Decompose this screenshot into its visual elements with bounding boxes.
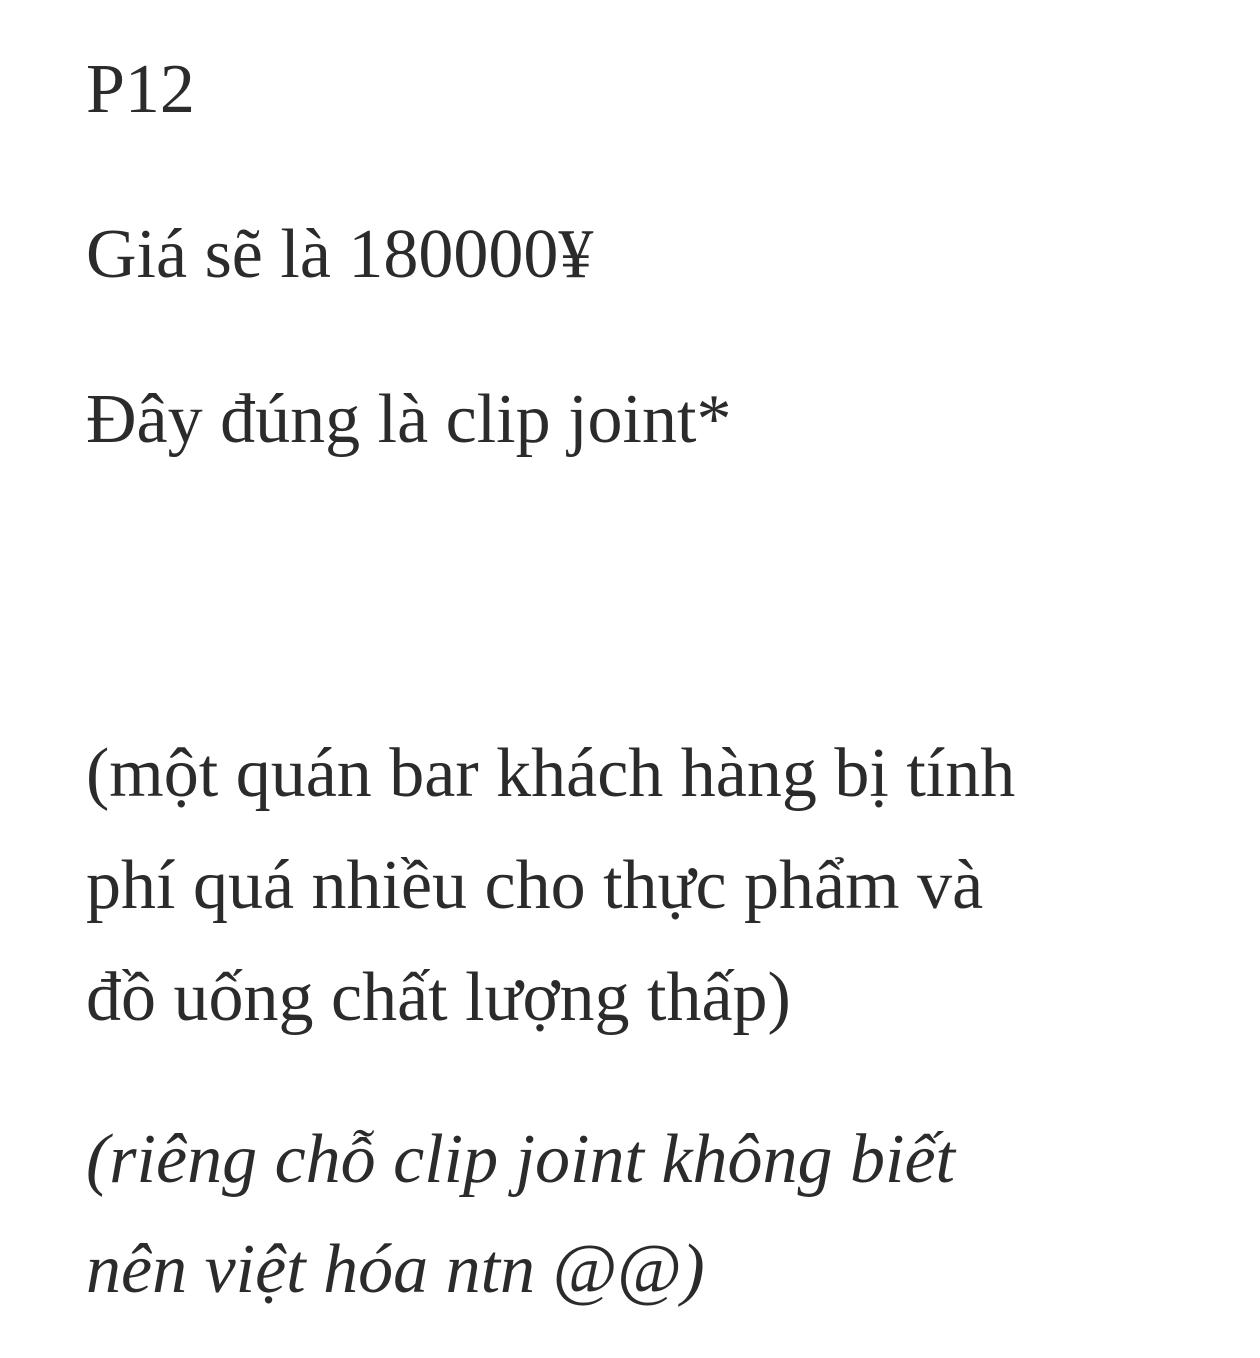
translator-note-line: nên việt hóa ntn @@): [86, 1231, 705, 1308]
explanation-line: (một quán bar khách hàng bị tính: [86, 735, 1016, 812]
statement-line: Đây đúng là clip joint*: [86, 381, 732, 458]
price-line: Giá sẽ là 180000¥: [86, 216, 594, 293]
translator-note-line: (riêng chỗ clip joint không biết: [86, 1121, 955, 1198]
translator-note: (riêng chỗ clip joint không biết nên việ…: [86, 1105, 1196, 1325]
explanation-line: đồ uống chất lượng thấp): [86, 959, 791, 1036]
explanation-paragraph: (một quán bar khách hàng bị tính phí quá…: [86, 718, 1196, 1054]
explanation-line: phí quá nhiều cho thực phẩm và: [86, 847, 984, 924]
page-label: P12: [86, 51, 195, 128]
